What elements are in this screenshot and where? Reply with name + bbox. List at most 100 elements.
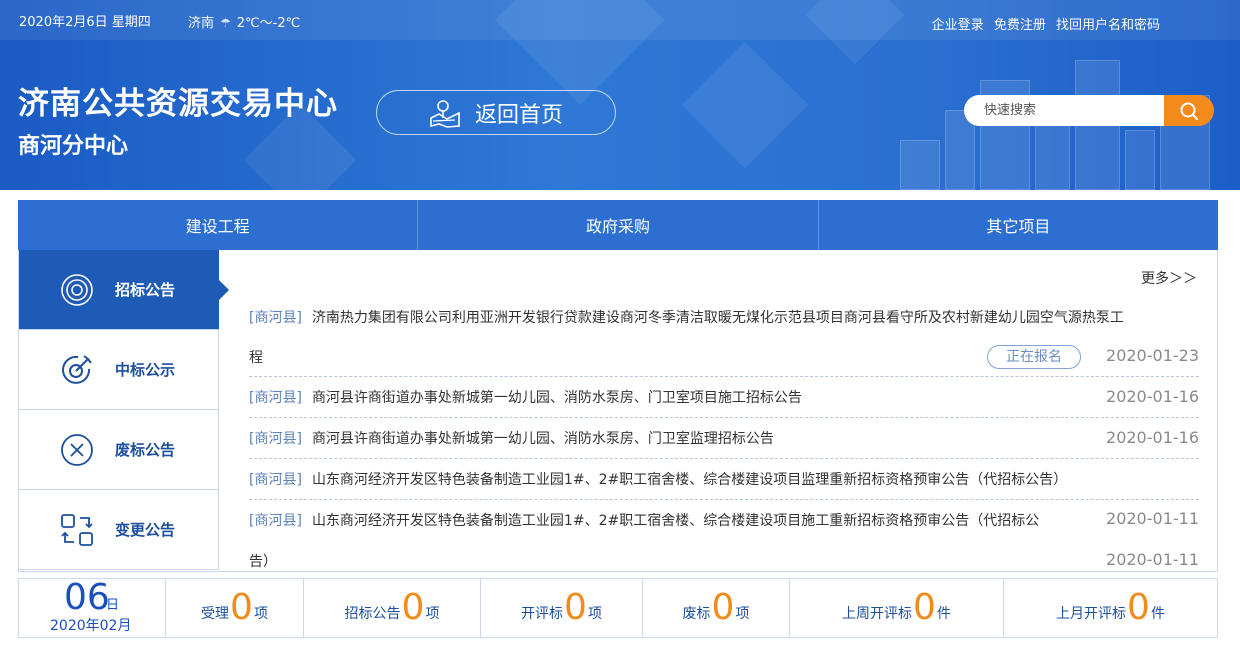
sidebar-item-label: 中标公示 (115, 361, 176, 379)
stat-accepted: 受理 0 项 (165, 579, 303, 637)
stat-unit: 项 (735, 606, 750, 622)
list-item[interactable]: [商河县] 商河县许商街道办事处新城第一幼儿园、消防水泵房、门卫室项目施工招标公告… (249, 377, 1199, 418)
stats-day-unit: 日 (106, 598, 120, 613)
notice-title[interactable]: 商河县许商街道办事处新城第一幼儿园、消防水泵房、门卫室监理招标公告 (312, 431, 774, 447)
main-nav: 建设工程 政府采购 其它项目 (18, 200, 1218, 250)
stat-tender-notices: 招标公告 0 项 (303, 579, 480, 637)
notice-date: 2020-01-11 (1106, 509, 1199, 528)
stat-value: 0 (564, 587, 587, 628)
region-tag: [商河县] (249, 472, 302, 488)
stat-last-month: 上月开评标 0 件 (1003, 579, 1217, 637)
sidebar-item-change-notice[interactable]: 变更公告 (19, 490, 219, 570)
header-decoration (681, 41, 809, 169)
weather-temp: 2℃～-2℃ (236, 16, 301, 31)
list-item-line: [商河县] 济南热力集团有限公司利用亚洲开发银行贷款建设商河冬季清洁取暖无煤化示范… (249, 308, 1199, 328)
stat-last-week: 上周开评标 0 件 (789, 579, 1003, 637)
nav-item-construction[interactable]: 建设工程 (18, 200, 419, 250)
status-badge: 正在报名 (987, 345, 1081, 369)
notice-list: 更多＞＞ [商河县] 济南热力集团有限公司利用亚洲开发银行贷款建设商河冬季清洁取暖… (249, 250, 1199, 572)
recover-account-link[interactable]: 找回用户名和密码 (1056, 18, 1160, 33)
notice-title-cont[interactable]: 程 (249, 350, 263, 366)
nav-item-procurement[interactable]: 政府采购 (418, 200, 819, 250)
region-tag: [商河县] (249, 431, 302, 447)
skyline-building (900, 140, 940, 190)
sidebar-item-label: 招标公告 (115, 281, 176, 299)
sidebar-item-label: 变更公告 (115, 521, 176, 539)
stats-month: 2020年02月 (50, 618, 132, 634)
weather-city: 济南 (188, 16, 215, 31)
stat-label: 开评标 (521, 606, 564, 622)
stat-unit: 项 (587, 606, 602, 622)
enterprise-login-link[interactable]: 企业登录 (932, 18, 984, 33)
search-button[interactable] (1164, 95, 1214, 126)
map-icon (430, 99, 460, 128)
notice-date: 2020-01-23 (1106, 346, 1199, 365)
stats-date: 06 日 2020年02月 (19, 577, 165, 637)
search-input[interactable] (964, 95, 1174, 126)
search-box (964, 95, 1214, 126)
list-item[interactable]: [商河县] 商河县许商街道办事处新城第一幼儿园、消防水泵房、门卫室监理招标公告 2… (249, 418, 1199, 459)
stat-unit: 项 (425, 606, 440, 622)
stat-unit: 件 (1150, 606, 1165, 622)
skyline-building (1035, 120, 1070, 190)
list-item-line: 告） (249, 552, 277, 572)
notice-title[interactable]: 济南热力集团有限公司利用亚洲开发银行贷款建设商河冬季清洁取暖无煤化示范县项目商河… (312, 310, 1124, 326)
stat-label: 上月开评标 (1056, 606, 1127, 622)
notice-date: 2020-01-16 (1106, 387, 1199, 406)
sidebar-item-cancel-notice[interactable]: 废标公告 (19, 410, 219, 490)
stat-value: 0 (913, 587, 936, 628)
stat-value: 0 (401, 587, 425, 628)
site-title: 济南公共资源交易中心 (18, 86, 338, 122)
stat-label: 招标公告 (344, 606, 401, 622)
content-panel: 招标公告 中标公示 废标公告 变更公告 更多＞＞ [商河县] 济南热力集团有限公… (18, 250, 1218, 572)
target-icon (57, 270, 97, 310)
stat-label: 废标 (682, 606, 711, 622)
stat-cancelled: 废标 0 项 (642, 579, 789, 637)
stat-label: 上周开评标 (842, 606, 913, 622)
stat-value: 0 (1127, 587, 1150, 628)
list-item[interactable]: [商河县] 济南热力集团有限公司利用亚洲开发银行贷款建设商河冬季清洁取暖无煤化示范… (249, 298, 1199, 377)
site-header: 2020年2月6日 星期四 济南 ☂ 2℃～-2℃ 企业登录 免费注册 找回用户名和… (0, 0, 1240, 190)
stats-bar: 06 日 2020年02月 受理 0 项 招标公告 0 项 开评标 0 项 废标 0 项 上周开… (18, 577, 1218, 638)
list-item-line: 程 (249, 348, 263, 368)
home-button-label: 返回首页 (474, 102, 563, 128)
list-item-line: [商河县] 山东商河经济开发区特色装备制造工业园1#、2#职工宿舍楼、综合楼建设项… (249, 470, 1067, 490)
cancel-circle-icon (57, 430, 97, 470)
region-tag: [商河县] (249, 513, 302, 529)
stats-day: 06 (64, 577, 110, 618)
stat-bid-opening: 开评标 0 项 (480, 579, 642, 637)
list-item[interactable]: [商河县] 山东商河经济开发区特色装备制造工业园1#、2#职工宿舍楼、综合楼建设项… (249, 500, 1199, 572)
list-item-line: [商河县] 商河县许商街道办事处新城第一幼儿园、消防水泵房、门卫室项目施工招标公告 (249, 388, 802, 408)
notice-title-cont[interactable]: 告） (249, 554, 277, 570)
notice-date: 2020-01-16 (1106, 428, 1199, 447)
stat-value: 0 (230, 587, 253, 628)
award-icon (57, 350, 97, 390)
rain-icon: ☂ (220, 16, 231, 30)
sidebar-item-award-notice[interactable]: 中标公示 (19, 330, 219, 410)
stat-unit: 项 (253, 606, 268, 622)
change-icon (57, 510, 97, 550)
stat-unit: 件 (936, 606, 951, 622)
weather-info: 济南 ☂ 2℃～-2℃ (188, 12, 300, 31)
current-date: 2020年2月6日 星期四 (19, 15, 151, 30)
stat-label: 受理 (201, 606, 230, 622)
notice-date: 2020-01-11 (1106, 550, 1199, 569)
skyline-building (1125, 130, 1155, 190)
home-button[interactable]: 返回首页 (376, 90, 616, 135)
region-tag: [商河县] (249, 390, 302, 406)
list-item-line: [商河县] 山东商河经济开发区特色装备制造工业园1#、2#职工宿舍楼、综合楼建设项… (249, 511, 1099, 531)
stat-value: 0 (711, 587, 735, 628)
list-item-line: [商河县] 商河县许商街道办事处新城第一幼儿园、消防水泵房、门卫室监理招标公告 (249, 429, 774, 449)
notice-title[interactable]: 商河县许商街道办事处新城第一幼儿园、消防水泵房、门卫室项目施工招标公告 (312, 390, 802, 406)
site-subtitle: 商河分中心 (18, 134, 129, 159)
list-item[interactable]: [商河县] 山东商河经济开发区特色装备制造工业园1#、2#职工宿舍楼、综合楼建设项… (249, 459, 1199, 500)
search-icon (1180, 102, 1198, 120)
sidebar-item-label: 废标公告 (115, 441, 176, 459)
register-link[interactable]: 免费注册 (994, 18, 1046, 33)
sidebar-item-tender-notice[interactable]: 招标公告 (19, 250, 229, 330)
nav-item-other[interactable]: 其它项目 (819, 200, 1218, 250)
more-link[interactable]: 更多＞＞ (1141, 268, 1197, 288)
sidebar: 招标公告 中标公示 废标公告 变更公告 (19, 250, 229, 572)
notice-title[interactable]: 山东商河经济开发区特色装备制造工业园1#、2#职工宿舍楼、综合楼建设项目监理重新… (312, 472, 1067, 488)
notice-title[interactable]: 山东商河经济开发区特色装备制造工业园1#、2#职工宿舍楼、综合楼建设项目施工重新… (312, 513, 1039, 529)
